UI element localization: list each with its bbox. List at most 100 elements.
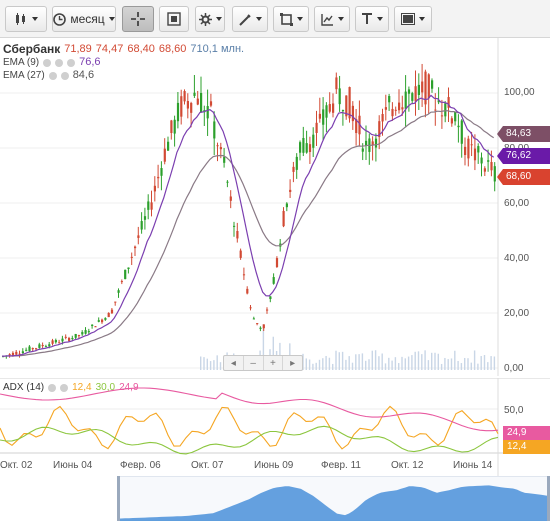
zoom-out-button[interactable]: –: [244, 356, 264, 370]
period-button[interactable]: месяц: [52, 6, 116, 32]
candle-body: [374, 138, 378, 148]
scroll-right-button[interactable]: ▸: [283, 356, 302, 370]
gear-icon[interactable]: [55, 58, 64, 67]
x-label: Окт. 02: [0, 460, 33, 471]
volume-bar: [450, 358, 453, 370]
gear-icon[interactable]: [60, 71, 69, 80]
candle-body: [295, 156, 298, 170]
candle-body: [35, 348, 38, 350]
x-label: Июнь 04: [53, 460, 93, 471]
candle-body: [266, 309, 269, 311]
volume-bar: [308, 359, 311, 370]
crosshair-button[interactable]: [122, 6, 154, 32]
volume-bar: [407, 356, 410, 370]
draw-line-button[interactable]: [232, 6, 268, 32]
eye-icon[interactable]: [43, 58, 52, 67]
gear-icon[interactable]: [60, 383, 69, 392]
volume-bar: [434, 352, 436, 370]
eye-icon[interactable]: [48, 383, 57, 392]
volume-bar: [431, 352, 433, 370]
price-tick: 20,00: [504, 308, 529, 319]
image-button[interactable]: [394, 6, 432, 32]
price-chart[interactable]: 100,00 80,00 60,00 40,00 20,00 0,00: [0, 38, 550, 376]
candle-body: [391, 108, 394, 117]
navigator-minichart[interactable]: [117, 476, 550, 521]
candle-body: [193, 92, 196, 96]
volume-bar: [318, 359, 321, 370]
zoom-area-icon: [167, 12, 181, 26]
ticker-name: Сбербанк: [3, 42, 61, 56]
candle-body: [223, 156, 226, 163]
candle-body: [361, 148, 364, 152]
candle-body: [134, 246, 137, 249]
candle-body: [305, 143, 308, 153]
candle-body: [124, 269, 127, 279]
volume-bar: [464, 357, 466, 370]
rectangle-shape-icon: [279, 12, 293, 26]
ema9-price-tag: 76,62: [497, 148, 550, 164]
x-label: Июнь 14: [453, 460, 493, 471]
ema9-label: EMA (9): [3, 57, 40, 68]
candle-body: [269, 296, 272, 299]
zoom-button[interactable]: [159, 6, 189, 32]
close-icon[interactable]: [67, 58, 76, 67]
volume-bar: [421, 354, 423, 370]
ema9-row: EMA (9) 76,6: [3, 56, 244, 69]
scroll-left-button[interactable]: ◂: [224, 356, 244, 370]
candle-body: [147, 201, 150, 210]
volume-bar: [470, 362, 472, 370]
chart-type-button[interactable]: [5, 6, 47, 32]
settings-button[interactable]: [195, 6, 225, 32]
candle-body: [457, 125, 460, 128]
zoom-in-button[interactable]: +: [264, 356, 284, 370]
volume-bar: [411, 355, 413, 370]
period-label: месяц: [70, 12, 105, 26]
chevron-down-icon: [377, 17, 383, 21]
candle-body: [216, 145, 219, 147]
candle-body: [473, 148, 477, 161]
candle-body: [302, 137, 305, 153]
candle-body: [21, 351, 24, 354]
volume-bar: [467, 358, 469, 370]
chevron-down-icon: [255, 17, 262, 21]
candle-body: [176, 102, 180, 122]
candle-body: [434, 109, 437, 111]
candle-body: [233, 225, 236, 227]
candle-body: [332, 103, 335, 113]
candle-body: [312, 134, 315, 148]
candle-body: [242, 274, 246, 276]
candle-body: [272, 277, 275, 284]
candle-body: [338, 88, 341, 105]
candle-body: [101, 319, 104, 323]
candle-body: [127, 267, 130, 270]
volume-bar: [332, 363, 334, 370]
last-price-tag: 68,60: [497, 169, 550, 185]
volume-bar: [444, 357, 446, 370]
volume-bar: [437, 353, 439, 370]
volume-bar: [328, 357, 331, 370]
candle-body: [256, 323, 259, 325]
text-button[interactable]: [355, 6, 389, 32]
navigator-left-handle[interactable]: [117, 476, 120, 521]
candle-body: [84, 330, 87, 334]
volume-bar: [315, 362, 317, 370]
x-label: Окт. 07: [191, 460, 224, 471]
shape-button[interactable]: [273, 6, 309, 32]
candle-body: [351, 105, 354, 122]
candle-body: [477, 146, 480, 153]
volume-bar: [361, 353, 364, 370]
candle-body: [348, 87, 351, 119]
x-label: Окт. 12: [391, 460, 424, 471]
candle-body: [292, 166, 295, 172]
candle-body: [325, 105, 328, 118]
eye-icon[interactable]: [48, 71, 57, 80]
candle-body: [186, 101, 189, 109]
candle-body: [246, 288, 249, 294]
candle-body: [414, 86, 417, 102]
candle-body: [318, 113, 321, 119]
volume-bar: [457, 360, 459, 370]
indicators-button[interactable]: [314, 6, 350, 32]
volume-bar: [473, 350, 476, 370]
volume-bar: [216, 355, 218, 370]
candle-body: [15, 351, 18, 355]
